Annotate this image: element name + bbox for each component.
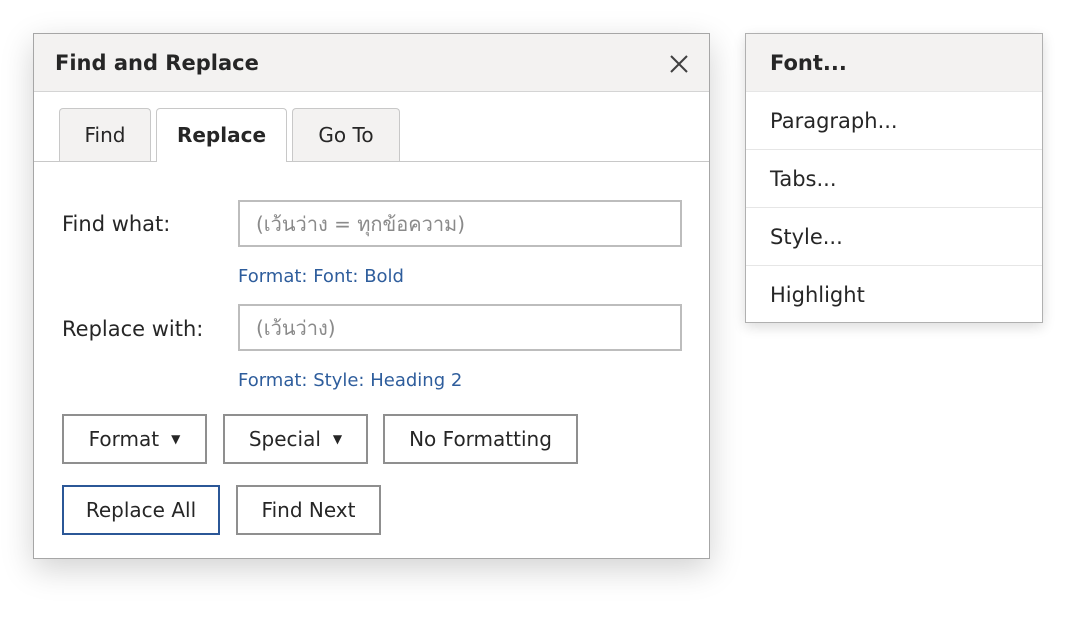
menu-item-tabs[interactable]: Tabs... [746,150,1042,208]
replace-format-note: Format: Style: Heading 2 [238,370,463,391]
format-button-label: Format [88,427,160,451]
dialog-title: Find and Replace [55,51,259,75]
no-formatting-button[interactable]: No Formatting [383,414,578,464]
find-what-input[interactable] [238,200,682,247]
menu-item-font[interactable]: Font... [746,34,1042,92]
format-menu: Font... Paragraph... Tabs... Style... Hi… [745,33,1043,323]
menu-item-highlight[interactable]: Highlight [746,266,1042,324]
tab-strip: Find Replace Go To [34,92,709,162]
close-button[interactable] [667,52,691,76]
close-icon [670,55,688,73]
find-format-note: Format: Font: Bold [238,266,404,287]
tab-goto[interactable]: Go To [292,108,400,161]
special-button-label: Special [248,427,321,451]
tab-find[interactable]: Find [59,108,151,161]
find-replace-dialog: Find and Replace Find Replace Go To Find… [33,33,710,559]
tab-replace[interactable]: Replace [156,108,287,162]
replace-all-button[interactable]: Replace All [62,485,220,535]
caret-down-icon: ▼ [332,432,343,446]
special-dropdown-button[interactable]: Special ▼ [223,414,368,464]
find-next-button[interactable]: Find Next [236,485,381,535]
dialog-titlebar: Find and Replace [34,34,709,92]
format-dropdown-button[interactable]: Format ▼ [62,414,207,464]
caret-down-icon: ▼ [171,432,181,446]
replace-with-label: Replace with: [62,317,204,341]
find-what-label: Find what: [62,212,171,236]
menu-item-style[interactable]: Style... [746,208,1042,266]
replace-with-input[interactable] [238,304,682,351]
menu-item-paragraph[interactable]: Paragraph... [746,92,1042,150]
